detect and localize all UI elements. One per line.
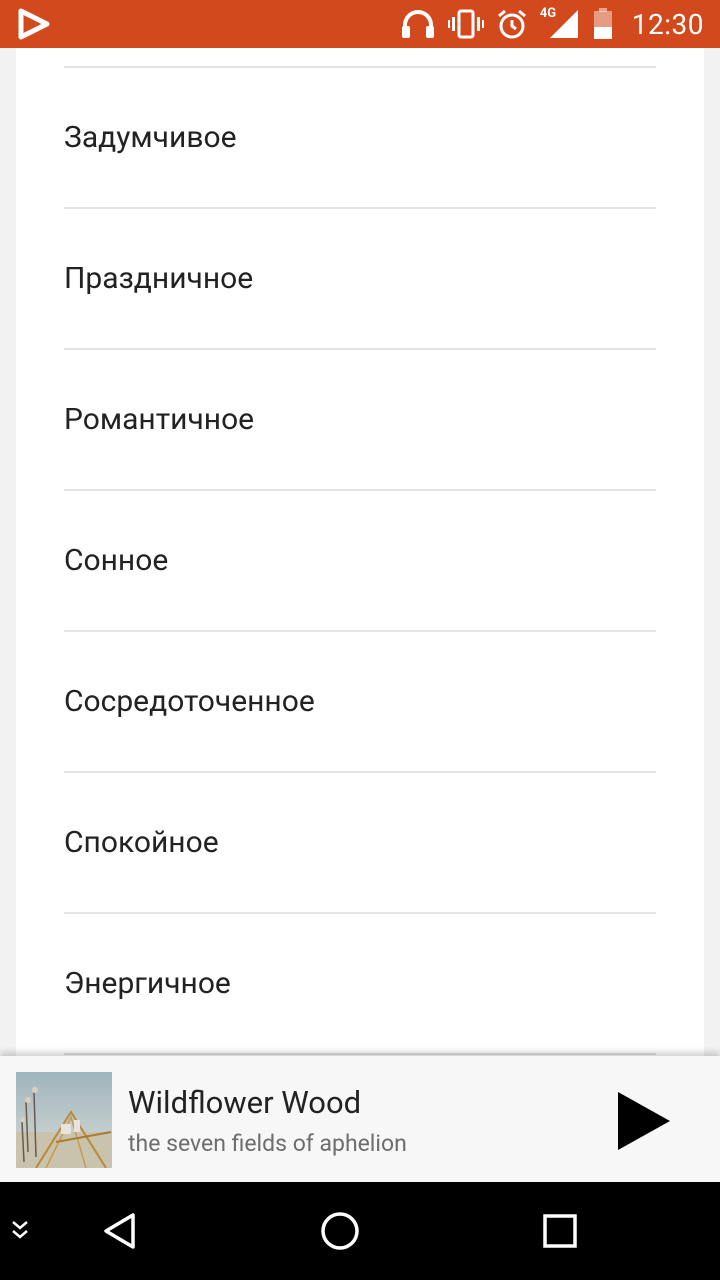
mood-label: Спокойное <box>64 825 219 860</box>
home-icon <box>321 1212 359 1250</box>
collapse-button[interactable] <box>6 1182 34 1280</box>
track-artist[interactable]: the seven fields of aphelion <box>128 1130 407 1157</box>
recents-button[interactable] <box>530 1182 590 1280</box>
mood-label: Задумчивое <box>64 120 237 155</box>
mood-item-festive[interactable]: Праздничное <box>64 209 656 348</box>
back-button[interactable] <box>90 1182 150 1280</box>
mood-label: Романтичное <box>64 402 255 437</box>
divider <box>64 1053 656 1055</box>
mood-item-thoughtful[interactable]: Задумчивое <box>64 68 656 207</box>
mood-item-energetic[interactable]: Энергичное <box>64 914 656 1053</box>
recents-icon <box>543 1214 577 1248</box>
mood-label: Сосредоточенное <box>64 684 315 719</box>
play-button[interactable] <box>608 1086 678 1156</box>
mood-item-calm[interactable]: Спокойное <box>64 773 656 912</box>
clock: 12:30 <box>631 7 704 41</box>
mood-item-focused[interactable]: Сосредоточенное <box>64 632 656 771</box>
track-title[interactable]: Wildflower Wood <box>128 1084 361 1121</box>
mood-label: Сонное <box>64 543 169 578</box>
back-icon <box>104 1213 135 1249</box>
headphones-icon <box>400 9 436 39</box>
album-art[interactable] <box>16 1072 112 1168</box>
system-navigation-bar <box>0 1182 720 1280</box>
mood-item-romantic[interactable]: Романтичное <box>64 350 656 489</box>
mini-player[interactable]: Wildflower Wood the seven fields of aphe… <box>0 1056 720 1182</box>
mood-label: Энергичное <box>64 966 231 1001</box>
status-icons: 4G 12:30 <box>400 0 704 48</box>
play-icon <box>618 1092 670 1150</box>
status-bar: 4G 12:30 <box>0 0 720 48</box>
home-button[interactable] <box>310 1182 370 1280</box>
app-logo-icon <box>16 8 52 40</box>
battery-low-icon <box>592 8 614 40</box>
collapse-icon <box>12 1221 28 1239</box>
mood-label: Праздничное <box>64 261 254 296</box>
signal-4g-icon: 4G <box>540 6 580 40</box>
vibrate-icon <box>447 9 484 39</box>
mood-item-sleepy[interactable]: Сонное <box>64 491 656 630</box>
alarm-icon <box>496 8 528 40</box>
mood-list-card: Задумчивое Праздничное Романтичное Сонно… <box>16 48 704 1056</box>
